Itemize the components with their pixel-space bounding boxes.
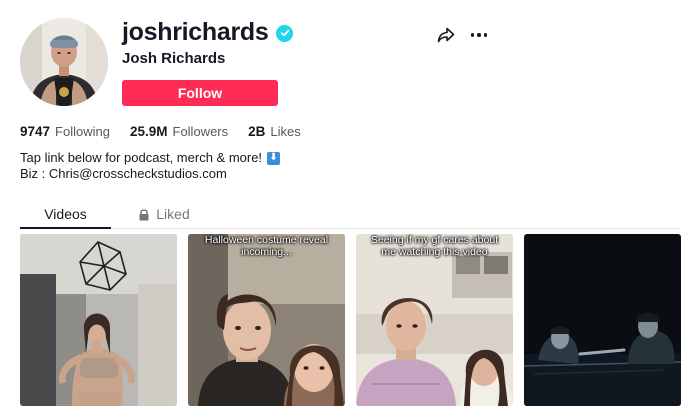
stat-value: 9747: [20, 124, 51, 139]
tab-label: Liked: [156, 206, 190, 222]
stat-value: 2B: [248, 124, 266, 139]
video-thumbnail[interactable]: [524, 234, 681, 406]
display-name: Josh Richards: [122, 50, 226, 67]
more-horizontal-icon[interactable]: [469, 26, 489, 44]
username-row: joshrichards: [122, 16, 294, 48]
profile-tabs: Videos Liked: [20, 199, 680, 229]
bio-email: Biz : Chris@crosscheckstudios.com: [20, 166, 227, 181]
active-tab-indicator: [20, 227, 111, 229]
stat-value: 25.9M: [129, 124, 168, 139]
tab-label: Videos: [44, 206, 87, 222]
video-grid: Halloween costume reveal incoming... See…: [20, 234, 682, 406]
profile-bio: Tap link below for podcast, merch & more…: [20, 150, 281, 182]
down-arrow-emoji-icon: ⬇: [267, 151, 281, 165]
stat-likes: 2B Likes: [248, 124, 301, 139]
video-caption: Seeing if my gf cares about me watching …: [370, 234, 499, 258]
video-thumbnail[interactable]: Seeing if my gf cares about me watching …: [356, 234, 513, 406]
stat-label: Followers: [172, 124, 229, 139]
stat-label: Likes: [270, 124, 301, 139]
tab-videos[interactable]: Videos: [20, 199, 111, 229]
follow-button[interactable]: Follow: [122, 80, 278, 106]
share-arrow-icon[interactable]: [437, 26, 455, 44]
lock-icon: [139, 208, 149, 220]
verified-badge-icon: [276, 24, 294, 42]
stat-followers[interactable]: 25.9M Followers: [130, 124, 228, 139]
stat-label: Following: [55, 124, 110, 139]
tab-liked[interactable]: Liked: [124, 199, 204, 229]
avatar-photo: [20, 18, 108, 106]
video-thumbnail[interactable]: [20, 234, 177, 406]
bio-line: Biz : Chris@crosscheckstudios.com: [20, 166, 280, 182]
profile-stats: 9747 Following 25.9M Followers 2B Likes: [20, 124, 321, 139]
profile-avatar[interactable]: [20, 18, 108, 106]
stat-following[interactable]: 9747 Following: [20, 124, 110, 139]
video-caption: Halloween costume reveal incoming...: [204, 234, 329, 258]
bio-text: Tap link below for podcast, merch & more…: [20, 150, 263, 165]
bio-line: Tap link below for podcast, merch & more…: [20, 150, 281, 166]
username: joshrichards: [122, 18, 269, 46]
video-thumbnail[interactable]: Halloween costume reveal incoming...: [188, 234, 345, 406]
